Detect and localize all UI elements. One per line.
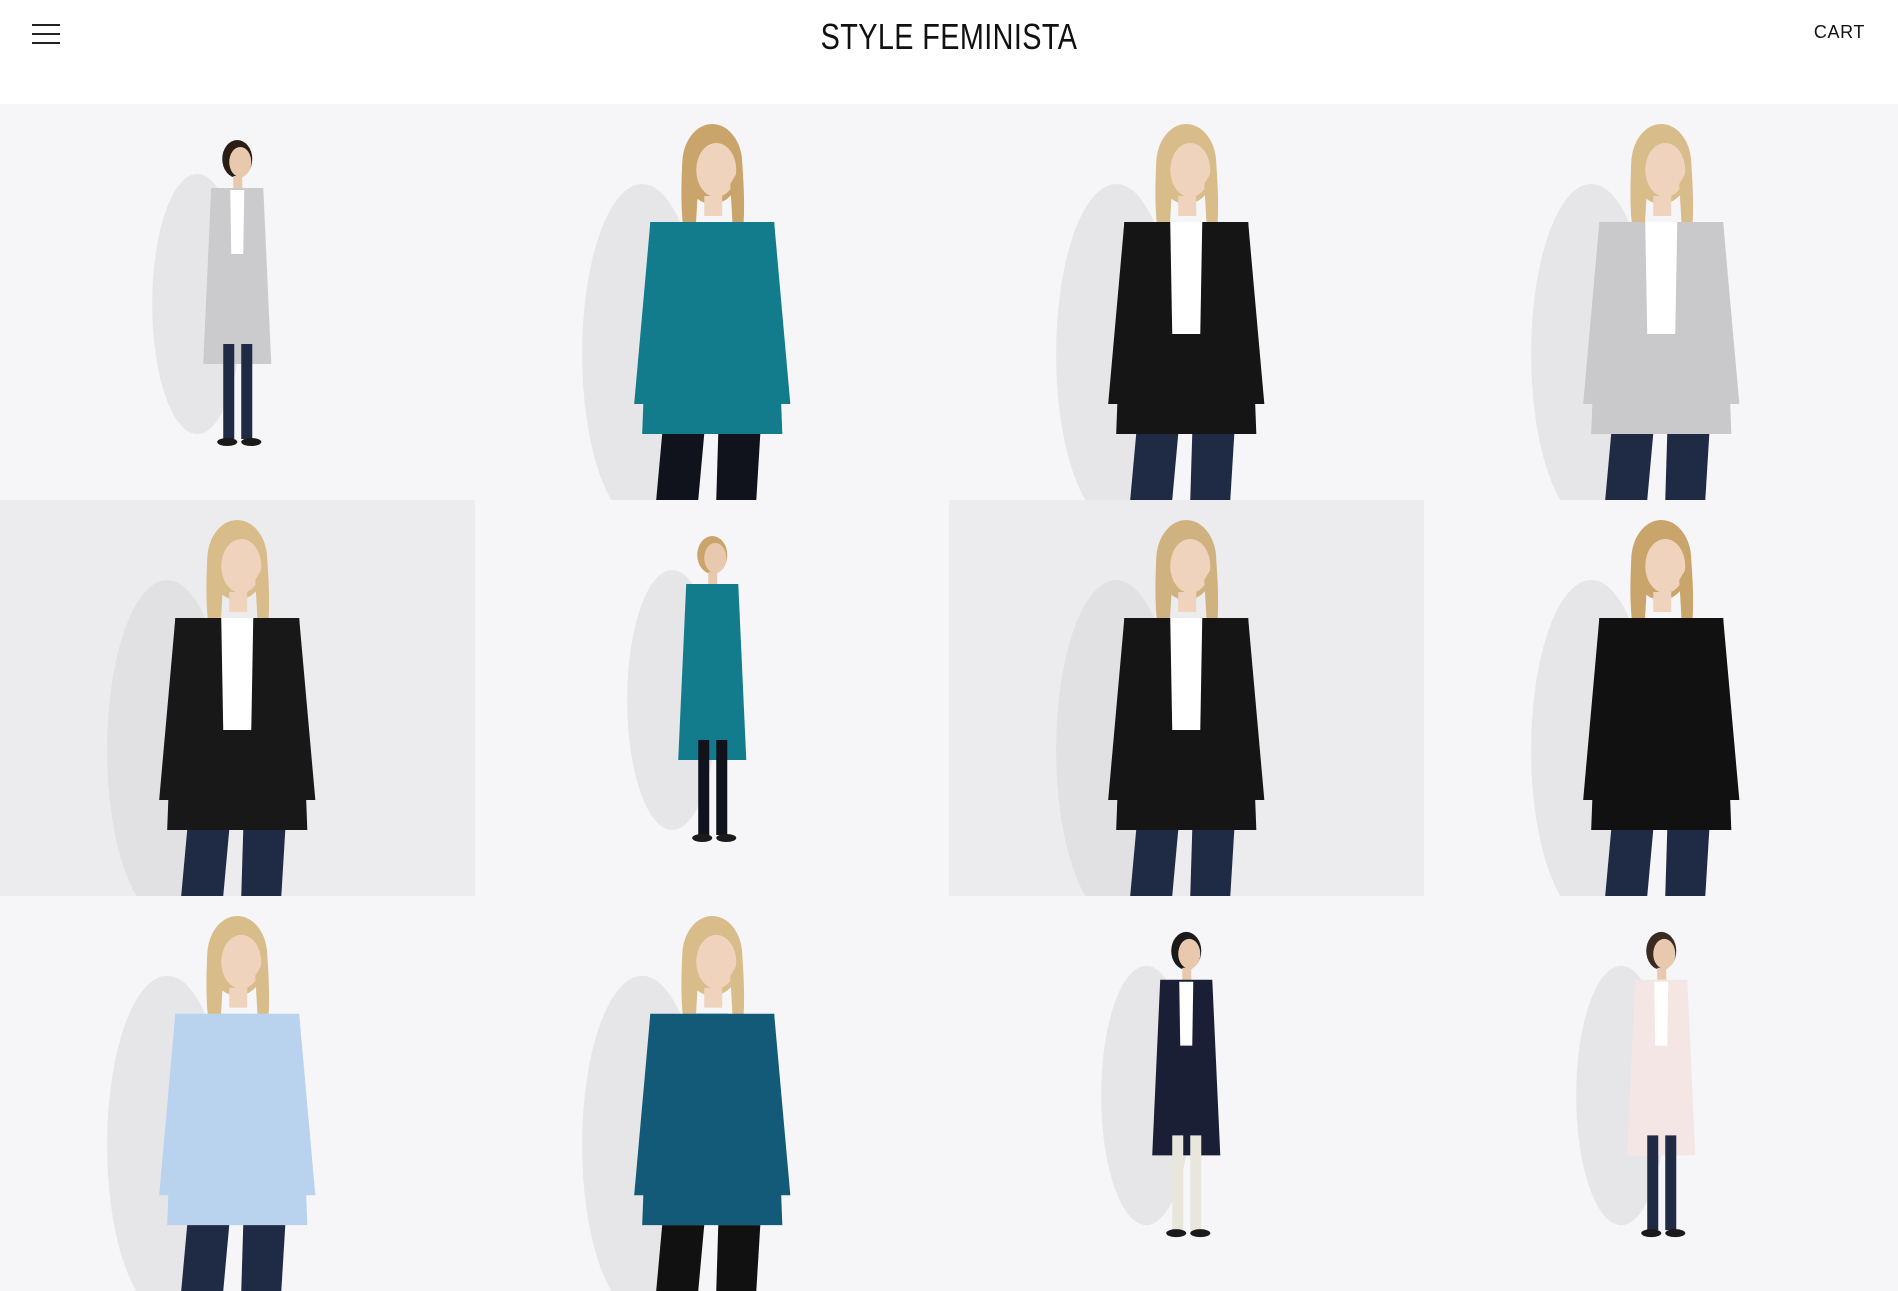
product-tile[interactable] xyxy=(1423,104,1898,500)
product-image xyxy=(152,140,272,446)
product-image xyxy=(1056,520,1265,896)
product-tile[interactable] xyxy=(474,896,949,1291)
product-image xyxy=(581,915,790,1291)
product-tile[interactable] xyxy=(949,104,1424,500)
product-tile[interactable] xyxy=(0,500,475,896)
product-image xyxy=(1575,931,1695,1238)
product-image xyxy=(1530,124,1739,500)
product-tile[interactable] xyxy=(1423,500,1898,896)
product-tile[interactable] xyxy=(474,500,949,896)
cart-link[interactable]: CART xyxy=(1814,22,1865,43)
product-tile[interactable] xyxy=(949,896,1424,1291)
site-logo: STYLE FEMINISTA xyxy=(820,16,1078,57)
product-tile[interactable] xyxy=(0,104,475,500)
product-image xyxy=(1530,520,1739,896)
product-image xyxy=(1101,931,1221,1238)
hamburger-menu-icon[interactable] xyxy=(32,24,60,44)
product-image xyxy=(1056,124,1265,500)
product-image xyxy=(581,124,790,500)
product-image xyxy=(107,915,316,1291)
site-header: STYLE FEMINISTA CART xyxy=(0,0,1898,104)
product-image xyxy=(107,520,316,896)
product-tile[interactable] xyxy=(1423,896,1898,1291)
product-tile[interactable] xyxy=(949,500,1424,896)
product-tile[interactable] xyxy=(0,896,475,1291)
product-grid xyxy=(0,104,1898,1291)
product-image xyxy=(626,536,746,842)
product-tile[interactable] xyxy=(474,104,949,500)
